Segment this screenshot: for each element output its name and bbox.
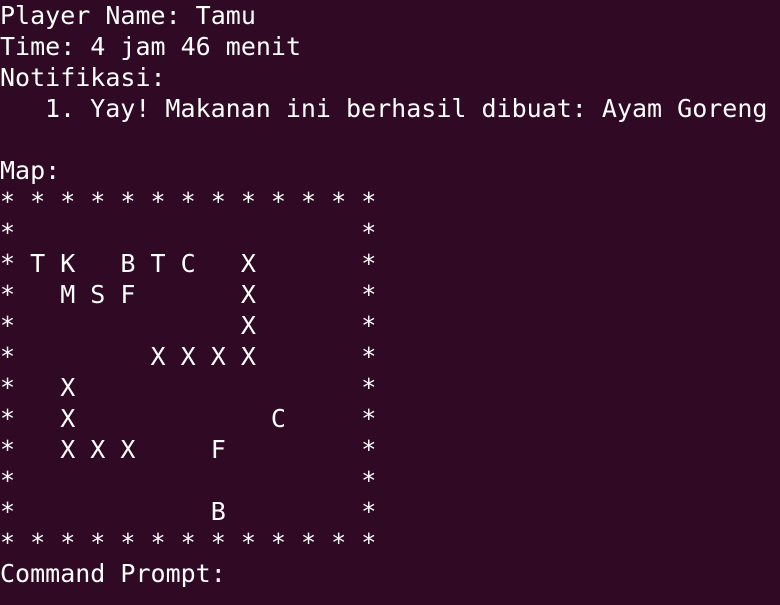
- map-row: * X X X F *: [0, 435, 377, 464]
- map-heading: Map:: [0, 156, 61, 185]
- map-row: * X *: [0, 311, 377, 340]
- terminal-window: Player Name: Tamu Time: 4 jam 46 menit N…: [0, 0, 780, 605]
- map-row: * * * * * * * * * * * * *: [0, 528, 377, 557]
- map-row: * *: [0, 218, 377, 247]
- time-line: Time: 4 jam 46 menit: [0, 32, 302, 61]
- map-row: * X *: [0, 373, 377, 402]
- notification-item: 1. Yay! Makanan ini berhasil dibuat: Aya…: [45, 94, 768, 123]
- map-row: * X C *: [0, 404, 377, 433]
- game-map: * * * * * * * * * * * * * * * * T K B T …: [0, 186, 780, 558]
- command-prompt-label: Command Prompt:: [0, 559, 226, 588]
- command-input[interactable]: [226, 562, 239, 588]
- command-prompt-line[interactable]: Command Prompt:: [0, 558, 780, 589]
- map-row: * T K B T C X *: [0, 249, 377, 278]
- map-row: * M S F X *: [0, 280, 377, 309]
- map-row: * *: [0, 466, 377, 495]
- notification-heading: Notifikasi:: [0, 63, 166, 92]
- player-name-line: Player Name: Tamu: [0, 1, 256, 30]
- map-row: * * * * * * * * * * * * *: [0, 187, 377, 216]
- map-row: * B *: [0, 497, 377, 526]
- map-row: * X X X X *: [0, 342, 377, 371]
